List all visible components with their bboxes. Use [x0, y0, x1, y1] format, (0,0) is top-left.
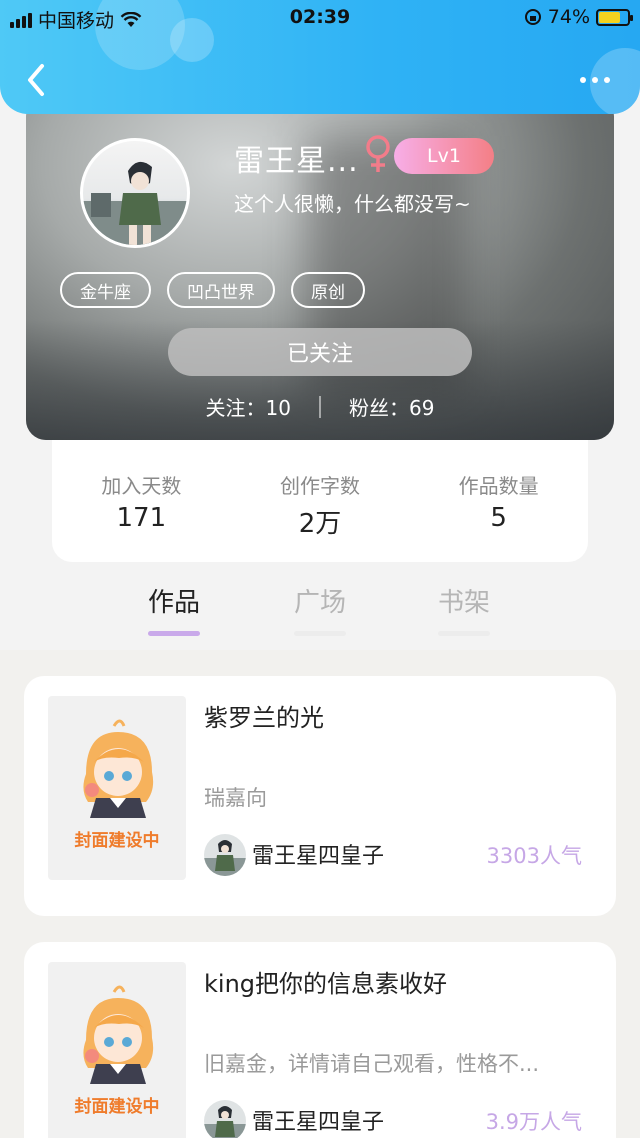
battery-icon [596, 8, 633, 26]
battery-percent: 74% [547, 6, 590, 28]
followers-count[interactable]: 粉丝：69 [349, 392, 434, 421]
stat-value: 171 [116, 503, 167, 533]
stat-label: 加入天数 [101, 474, 182, 498]
more-dot [592, 77, 598, 83]
tab-label: 书架 [437, 588, 490, 618]
follow-button[interactable]: 已关注 [168, 328, 472, 376]
author-avatar[interactable] [204, 834, 246, 876]
work-desc: 旧嘉金，详情请自己观看，性格不... [204, 1052, 540, 1076]
author-figure [204, 1106, 246, 1138]
author-figure [204, 840, 246, 876]
cover-mascot [83, 719, 154, 818]
bio-text: 这个人很懒，什么都没写~ [234, 192, 471, 216]
tab-indicator [148, 631, 200, 636]
follow-counts: 关注：10 粉丝：69 [26, 392, 614, 421]
work-author: 雷王星四皇子 [252, 1110, 385, 1135]
more-dot [580, 77, 586, 83]
divider [319, 395, 321, 418]
tab-indicator [438, 631, 490, 636]
orientation-lock-icon [524, 9, 541, 25]
tab-bar: 作品 广场 书架 [0, 576, 640, 636]
tag-item[interactable]: 原创 [291, 272, 365, 308]
stat-word-count: 创作字数 2万 [231, 440, 410, 562]
level-badge: Lv1 [394, 138, 494, 174]
tab-label: 广场 [293, 588, 346, 618]
tag-item[interactable]: 凹凸世界 [167, 272, 275, 308]
nickname: 雷王星... [234, 144, 359, 179]
work-popularity: 3.9万人气 [485, 1110, 582, 1134]
following-count[interactable]: 关注：10 [206, 392, 291, 421]
stat-value: 5 [490, 503, 507, 533]
avatar[interactable] [80, 138, 190, 248]
stat-work-count: 作品数量 5 [409, 440, 588, 562]
chevron-left-icon [28, 64, 44, 96]
cover-caption: 封面建设中 [74, 831, 160, 851]
cover-caption: 封面建设中 [74, 1097, 160, 1117]
work-cover[interactable]: 封面建设中 [48, 962, 186, 1138]
work-card[interactable]: 封面建设中 king把你的信息素收好 旧嘉金，详情请自己观看，性格不... 雷王… [24, 942, 616, 1138]
work-popularity: 3303人气 [486, 844, 582, 868]
stat-label: 创作字数 [280, 474, 360, 498]
work-desc: 瑞嘉向 [204, 786, 267, 810]
tab-label: 作品 [147, 588, 200, 618]
stat-value: 2万 [298, 509, 342, 539]
profile-card: 雷王星... Lv1 这个人很懒，什么都没写~ 金牛座 凹凸世界 原创 已关注 … [26, 96, 614, 440]
author-avatar[interactable] [204, 1100, 246, 1138]
work-card[interactable]: 封面建设中 紫罗兰的光 瑞嘉向 雷王星四皇子 3303人气 [24, 676, 616, 916]
work-cover[interactable]: 封面建设中 [48, 696, 186, 880]
work-author: 雷王星四皇子 [252, 844, 385, 869]
back-button[interactable] [22, 62, 52, 98]
more-dot [604, 77, 610, 83]
tab-bookshelf[interactable]: 书架 [424, 582, 504, 636]
tag-item[interactable]: 金牛座 [60, 272, 151, 308]
stat-label: 作品数量 [458, 474, 539, 498]
status-bar: 中国移动 02:39 74% [0, 0, 640, 34]
female-icon [366, 135, 390, 172]
stats-panel: 加入天数 171 创作字数 2万 作品数量 5 [52, 440, 588, 562]
work-title[interactable]: 紫罗兰的光 [204, 698, 324, 733]
work-title[interactable]: king把你的信息素收好 [204, 964, 447, 999]
tag-list: 金牛座 凹凸世界 原创 [60, 272, 365, 308]
avatar-figure [83, 161, 187, 245]
stat-join-days: 加入天数 171 [52, 440, 231, 562]
tab-indicator [294, 631, 346, 636]
tab-works[interactable]: 作品 [134, 582, 214, 636]
more-button[interactable] [580, 70, 616, 90]
tab-square[interactable]: 广场 [280, 582, 360, 636]
